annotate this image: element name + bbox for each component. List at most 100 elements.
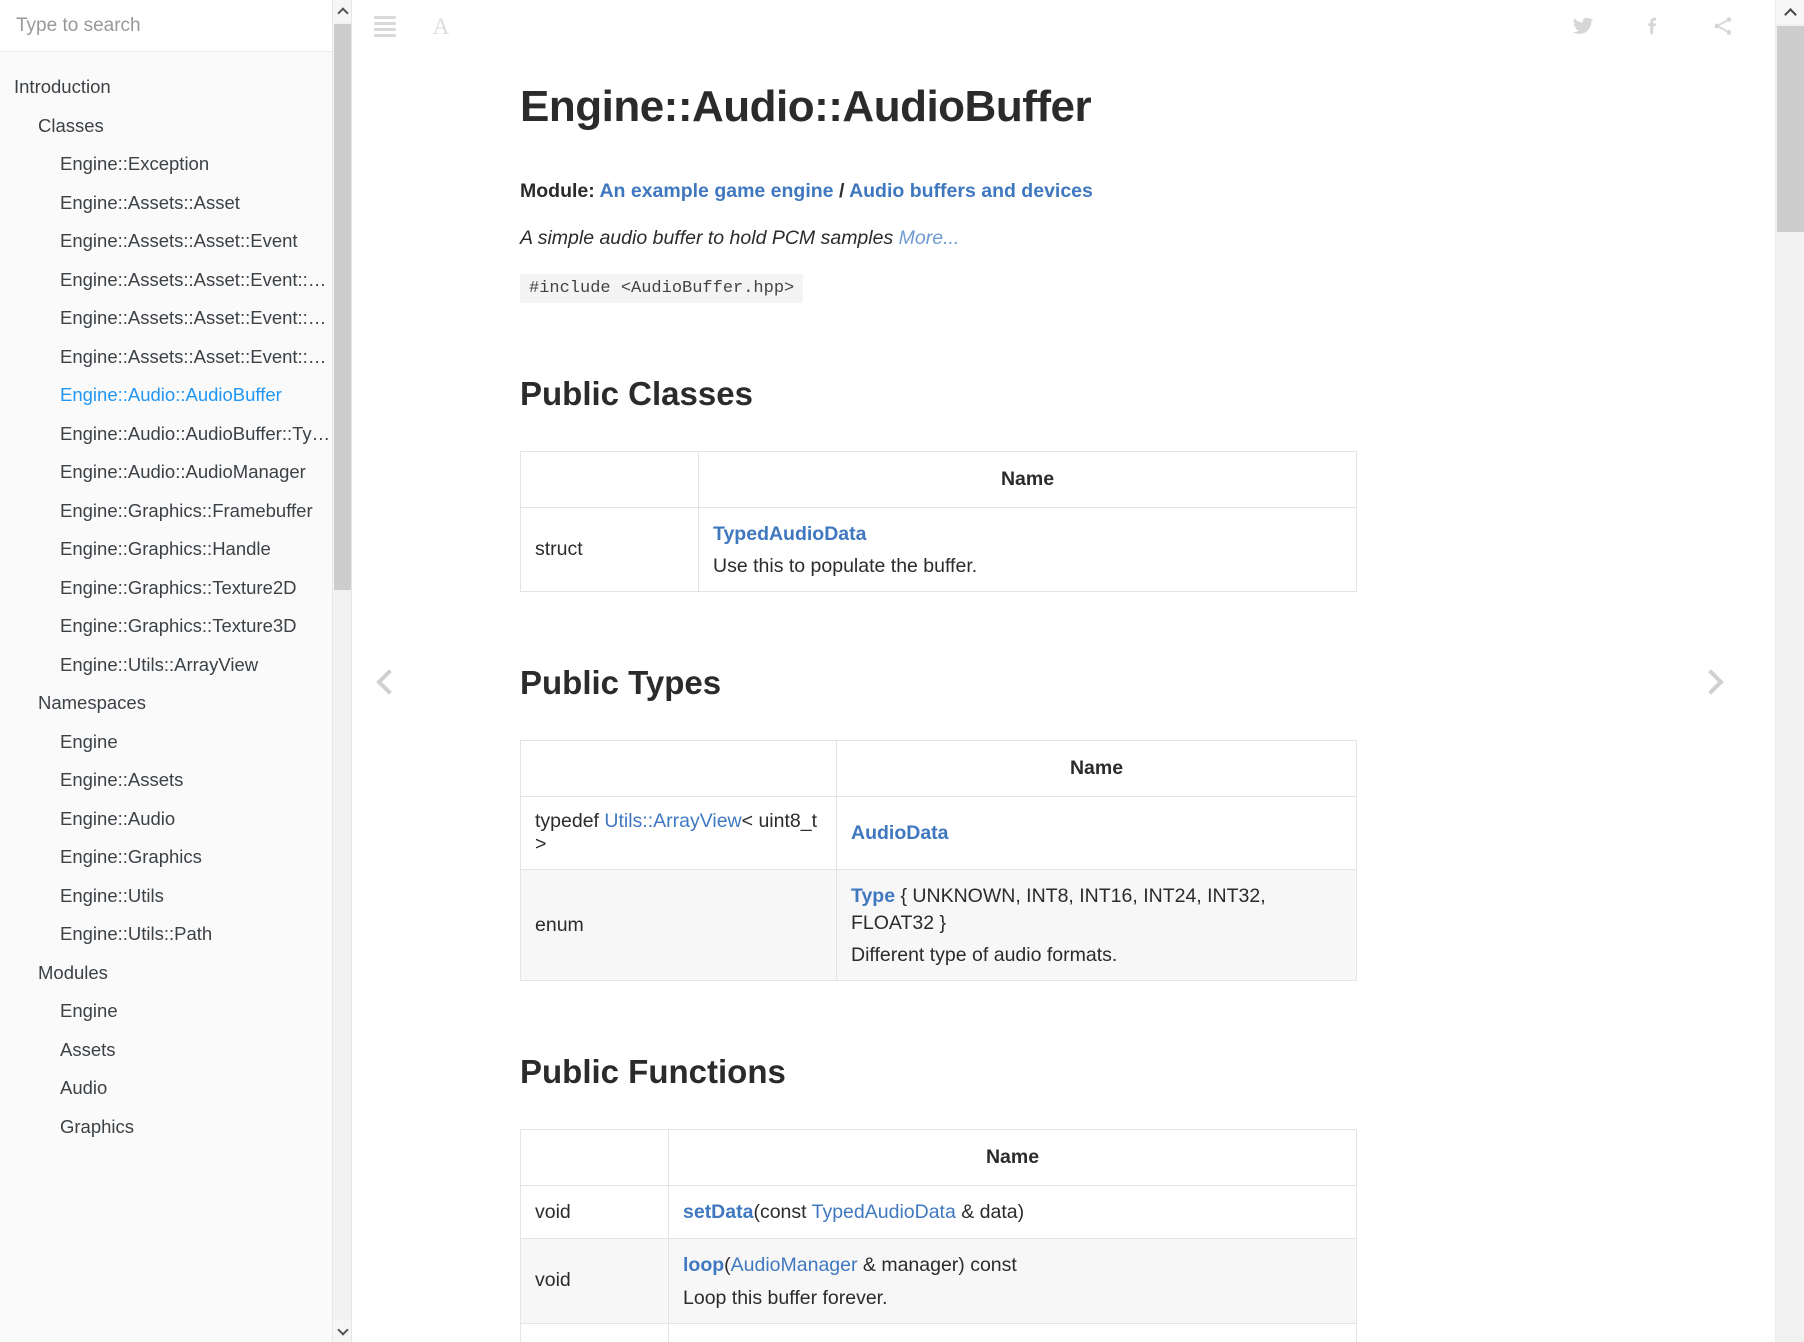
column-name: Name [698, 451, 1357, 508]
sidebar-item[interactable]: Engine::Utils::Path [0, 915, 351, 954]
type-link-audiodata[interactable]: AudioData [851, 822, 949, 844]
sidebar-item[interactable]: Engine [0, 723, 351, 762]
sidebar-item[interactable]: Engine::Utils::ArrayView [0, 646, 351, 685]
sidebar-item[interactable]: Assets [0, 1031, 351, 1070]
cell-return-type: void [520, 1184, 669, 1240]
public-functions-table: Name void setData(const TypedAudioData &… [520, 1128, 1357, 1342]
sidebar-nav-list: Introduction Classes Engine::Exception Engi… [0, 52, 351, 1146]
module-link-engine[interactable]: An example game engine [599, 180, 833, 202]
sidebar-item[interactable]: Engine::Graphics::Handle [0, 530, 351, 569]
enum-link-type[interactable]: Type [851, 885, 895, 907]
hamburger-icon[interactable] [372, 13, 398, 39]
chevron-right-icon[interactable] [1692, 660, 1736, 704]
heading-public-classes: Public Classes [520, 375, 753, 412]
sidebar-item[interactable]: Audio [0, 1069, 351, 1108]
more-link[interactable]: More... [899, 227, 960, 249]
sidebar-item[interactable]: Engine::Assets [0, 761, 351, 800]
share-icon[interactable] [1710, 13, 1736, 39]
param-type-link[interactable]: AudioManager [731, 1339, 858, 1342]
public-types-table: Name typedef Utils::ArrayView< uint8_t >… [520, 740, 1357, 981]
sig-post: & data) [955, 1200, 1025, 1223]
sidebar-item[interactable]: Engine::Graphics::Framebuffer [0, 492, 351, 531]
cell-return-type: void [520, 1238, 669, 1324]
sidebar-item[interactable]: Engine::Audio::AudioManager [0, 453, 351, 492]
cell-description: Loop this buffer forever. [683, 1286, 888, 1309]
twitter-icon[interactable] [1570, 13, 1596, 39]
function-link-setdata[interactable]: setData [683, 1201, 753, 1223]
heading-public-types: Public Types [520, 664, 722, 702]
cell-kind: typedef Utils::ArrayView< uint8_t > [520, 796, 837, 871]
main-scroll-up-icon[interactable] [1776, 0, 1804, 24]
cell-return-type: void [520, 1322, 669, 1342]
font-size-icon[interactable]: A [428, 13, 454, 39]
sidebar-item[interactable]: Engine::Audio [0, 800, 351, 839]
sidebar-scrollbar[interactable] [332, 0, 351, 1342]
table-row: void setData(const TypedAudioData & data… [520, 1184, 1357, 1240]
search-input[interactable] [0, 14, 351, 37]
param-type-link[interactable]: TypedAudioData [812, 1201, 956, 1223]
cell-signature: stop(AudioManager & manager) const Stop … [668, 1322, 1357, 1342]
sidebar-item[interactable]: Classes [0, 107, 351, 146]
type-link-arrayview[interactable]: Utils::ArrayView [604, 810, 741, 832]
sidebar-scroll-down-icon[interactable] [333, 1320, 351, 1342]
main-scrollbar[interactable] [1775, 0, 1804, 1342]
public-classes-table: Name struct TypedAudioData Use this to p… [520, 451, 1357, 593]
sidebar-item[interactable]: Engine::Exception [0, 145, 351, 184]
column-kind [520, 740, 837, 798]
top-toolbar: A [352, 0, 1804, 52]
sidebar-scroll-up-icon[interactable] [333, 0, 351, 22]
sidebar-scrollbar-thumb[interactable] [334, 24, 351, 590]
column-name: Name [668, 1128, 1357, 1186]
sidebar-item[interactable]: Engine::Graphics::Texture2D [0, 569, 351, 608]
function-link-loop[interactable]: loop [683, 1254, 724, 1276]
cell-kind: struct [520, 506, 699, 593]
sidebar-item[interactable]: Introduction [0, 68, 351, 107]
sig-post: & manager) const [858, 1339, 1017, 1342]
table-row: typedef Utils::ArrayView< uint8_t > Audi… [520, 796, 1357, 871]
sig-pre: (const [753, 1200, 812, 1223]
cell-name: AudioData [836, 796, 1357, 871]
cell-name: TypedAudioData Use this to populate the … [698, 506, 1357, 593]
table-row: void loop(AudioManager & manager) const … [520, 1238, 1357, 1324]
class-link-typedaudiodata[interactable]: TypedAudioData [713, 523, 866, 545]
sidebar-item[interactable]: Engine::Assets::Asset::Event::… [0, 299, 351, 338]
table-row: struct TypedAudioData Use this to popula… [520, 506, 1357, 593]
sidebar: IntroductionClassesEngine::ExceptionEngi… [0, 0, 352, 1342]
include-snippet: #include <AudioBuffer.hpp> [520, 274, 804, 303]
sidebar-item[interactable]: Engine [0, 992, 351, 1031]
sidebar-item[interactable]: Graphics [0, 1108, 351, 1147]
table-header-row: Name [520, 740, 1357, 798]
chevron-left-icon[interactable] [364, 660, 408, 704]
sidebar-item[interactable]: Engine::Assets::Asset::Event::… [0, 338, 351, 377]
sidebar-item[interactable]: Engine::Audio::AudioBuffer [0, 376, 351, 415]
brief-text: A simple audio buffer to hold PCM sample… [520, 227, 894, 249]
cell-signature: loop(AudioManager & manager) const Loop … [668, 1238, 1357, 1324]
sidebar-item[interactable]: Engine::Graphics [0, 838, 351, 877]
sidebar-item[interactable]: Engine::Assets::Asset::Event::… [0, 261, 351, 300]
table-row: enum Type { UNKNOWN, INT8, INT16, INT24,… [520, 869, 1357, 981]
cell-description: Different type of audio formats. [851, 943, 1118, 966]
sidebar-item[interactable]: Namespaces [0, 684, 351, 723]
sidebar-item[interactable]: Modules [0, 954, 351, 993]
search-bar[interactable] [0, 0, 351, 52]
sidebar-item[interactable]: Engine::Graphics::Texture3D [0, 607, 351, 646]
table-header-row: Name [520, 1128, 1357, 1186]
kind-prefix: typedef [535, 810, 605, 833]
sidebar-item[interactable]: Engine::Assets::Asset::Event [0, 222, 351, 261]
module-label: Module: [520, 180, 595, 202]
facebook-icon[interactable] [1640, 13, 1666, 39]
sidebar-item[interactable]: Engine::Assets::Asset [0, 184, 351, 223]
sig-post: & manager) const [857, 1254, 1017, 1277]
sidebar-item[interactable]: Engine::Utils [0, 877, 351, 916]
module-separator: / [838, 180, 845, 202]
module-link-audio[interactable]: Audio buffers and devices [849, 180, 1093, 202]
main-area: A Engine::Audio::AudioBuffer Module: An … [352, 0, 1804, 1342]
column-return-type [520, 1128, 669, 1186]
page-root: IntroductionClassesEngine::ExceptionEngi… [0, 0, 1804, 1342]
cell-signature: setData(const TypedAudioData & data) [668, 1184, 1357, 1240]
main-scrollbar-thumb[interactable] [1777, 26, 1804, 232]
document-content: Engine::Audio::AudioBuffer Module: An ex… [352, 52, 1804, 1342]
param-type-link[interactable]: AudioManager [731, 1254, 858, 1276]
function-link-stop[interactable]: stop [683, 1339, 724, 1342]
sidebar-item[interactable]: Engine::Audio::AudioBuffer::Ty… [0, 415, 351, 454]
